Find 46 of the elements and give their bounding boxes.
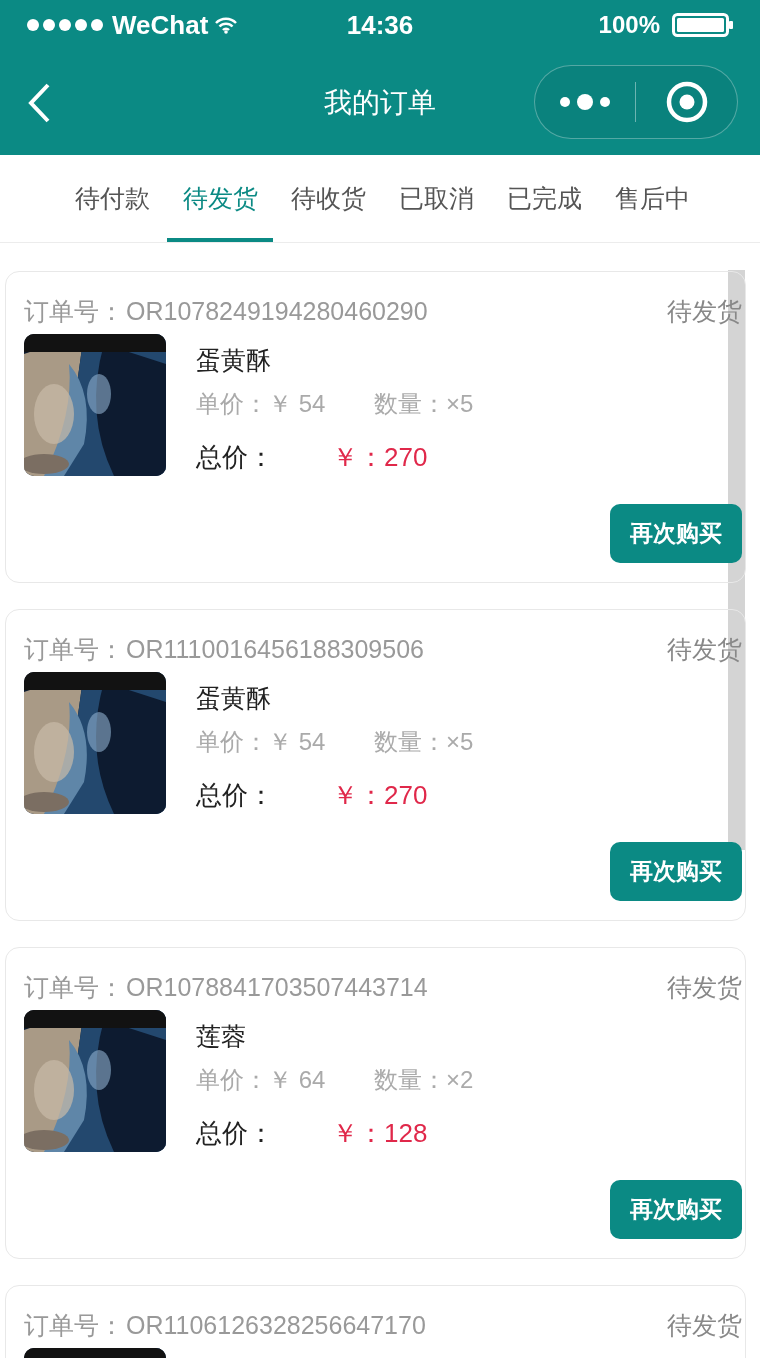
tab[interactable]: 待发货	[167, 155, 273, 242]
product-name: 蛋黄酥	[196, 683, 272, 714]
battery-icon	[672, 13, 734, 37]
order-number: OR1078841703507443714	[126, 972, 428, 1004]
unit-price: 单价：￥ 54	[196, 727, 327, 757]
total-label: 总价：	[196, 1117, 275, 1150]
page-title: 我的订单	[324, 85, 436, 120]
total-price: ￥：270	[332, 441, 428, 474]
battery-percent: 100%	[598, 10, 660, 40]
order-status: 待发货	[667, 972, 742, 1004]
tab[interactable]: 已取消	[383, 155, 489, 242]
product-name: 莲蓉	[196, 1021, 247, 1052]
order-number: OR1110016456188309506	[126, 634, 424, 666]
order-status: 待发货	[667, 296, 742, 328]
total-label: 总价：	[196, 779, 275, 812]
order-number-label: 订单号：	[24, 972, 124, 1004]
tab[interactable]: 已完成	[491, 155, 597, 242]
target-icon	[664, 80, 709, 124]
back-icon	[26, 81, 52, 124]
order-status: 待发货	[667, 634, 742, 666]
order-status: 待发货	[667, 1310, 742, 1342]
order-number-label: 订单号：	[24, 1310, 124, 1342]
order-number-label: 订单号：	[24, 296, 124, 328]
product-name: 蛋黄酥	[196, 345, 272, 376]
wifi-icon	[214, 16, 239, 34]
status-time: 14:36	[346, 8, 414, 42]
tab[interactable]: 待收货	[275, 155, 381, 242]
carrier-name: WeChat	[112, 8, 209, 42]
buy-again-button[interactable]: 再次购买	[610, 842, 742, 901]
tab[interactable]: 待付款	[59, 155, 165, 242]
unit-price: 单价：￥ 64	[196, 1065, 327, 1095]
buy-again-button[interactable]: 再次购买	[610, 504, 742, 563]
quantity: 数量：×5	[374, 727, 474, 757]
order-number: OR1078249194280460290	[126, 296, 428, 328]
order-number-label: 订单号：	[24, 634, 124, 666]
unit-price: 单价：￥ 54	[196, 389, 327, 419]
quantity: 数量：×2	[374, 1065, 474, 1095]
total-price: ￥：128	[332, 1117, 428, 1150]
total-label: 总价：	[196, 441, 275, 474]
quantity: 数量：×5	[374, 389, 474, 419]
signal-icon	[26, 18, 106, 32]
more-icon	[558, 92, 612, 112]
order-number: OR1106126328256647170	[126, 1310, 426, 1342]
buy-again-button[interactable]: 再次购买	[610, 1180, 742, 1239]
tab[interactable]: 售后中	[599, 155, 705, 242]
total-price: ￥：270	[332, 779, 428, 812]
